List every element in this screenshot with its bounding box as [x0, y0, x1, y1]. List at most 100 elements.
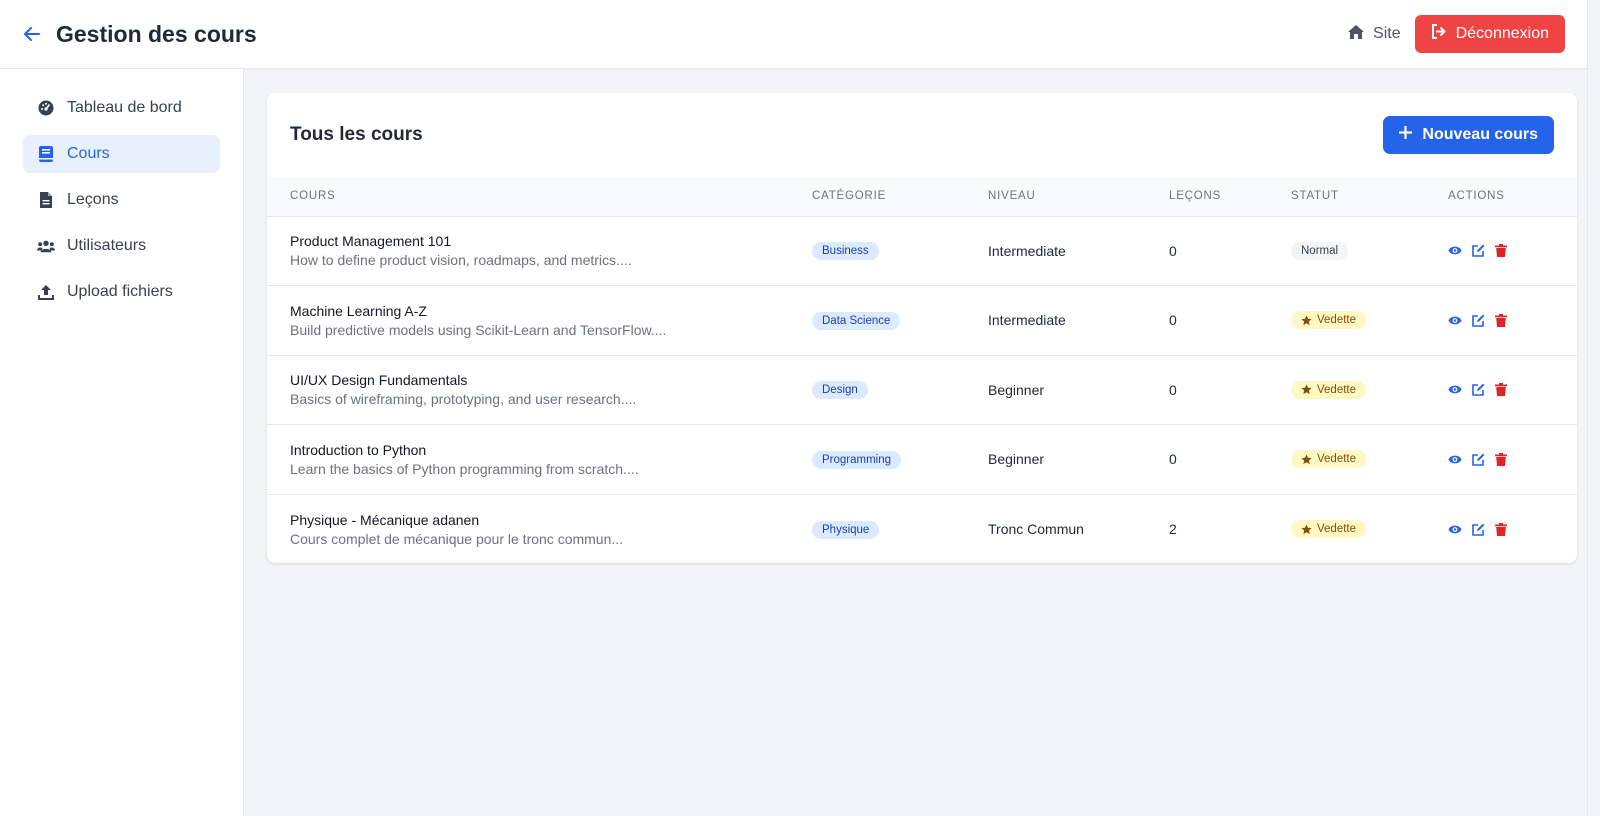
column-header-actions: ACTIONS [1448, 190, 1505, 203]
edit-icon[interactable] [1471, 244, 1485, 258]
home-icon [1347, 24, 1365, 45]
delete-icon[interactable] [1494, 452, 1508, 466]
top-header: Gestion des cours Site Déconnexion [0, 0, 1587, 69]
view-icon[interactable] [1448, 313, 1462, 327]
status-badge: Vedette [1291, 380, 1367, 399]
star-icon [1301, 384, 1312, 395]
level-cell: Intermediate [988, 242, 1066, 259]
category-badge: Programming [812, 450, 902, 469]
courses-card: Tous les cours Nouveau cours COURS CATÉG… [267, 93, 1577, 563]
page-scrollbar[interactable] [1587, 0, 1600, 816]
back-arrow-icon[interactable] [22, 24, 42, 44]
status-cell: Normal [1291, 216, 1448, 286]
table-row: Product Management 101 How to define pro… [267, 216, 1577, 286]
edit-icon[interactable] [1471, 313, 1485, 327]
course-description: How to define product vision, roadmaps, … [290, 252, 632, 269]
column-header-category: CATÉGORIE [812, 190, 887, 203]
status-cell: Vedette [1291, 286, 1448, 356]
course-cell: UI/UX Design Fundamentals Basics of wire… [267, 355, 812, 425]
card-title: Tous les cours [290, 124, 423, 145]
course-description: Cours complet de mécanique pour le tronc… [290, 530, 624, 547]
view-icon[interactable] [1448, 383, 1462, 397]
star-icon [1301, 454, 1312, 464]
logout-button[interactable]: Déconnexion [1414, 15, 1565, 53]
edit-icon[interactable] [1471, 383, 1485, 397]
logout-label: Déconnexion [1455, 25, 1549, 42]
header-actions: Site Déconnexion [1347, 15, 1565, 53]
card-header: Tous les cours Nouveau cours [267, 93, 1577, 177]
status-label: Vedette [1317, 453, 1357, 466]
category-cell: Business [812, 216, 988, 286]
sidebar-item-courses[interactable]: Cours [23, 135, 220, 173]
status-cell: Vedette [1291, 355, 1448, 425]
sidebar-item-upload[interactable]: Upload fichiers [23, 273, 220, 311]
sidebar-item-label: Upload fichiers [67, 283, 173, 300]
page-title: Gestion des cours [56, 20, 257, 47]
dashboard-icon [37, 100, 55, 116]
course-title[interactable]: Physique - Mécanique adanen [290, 512, 812, 528]
course-cell: Product Management 101 How to define pro… [267, 216, 812, 286]
upload-icon [37, 284, 55, 300]
sidebar-item-users[interactable]: Utilisateurs [23, 227, 220, 265]
status-badge: Vedette [1291, 311, 1367, 330]
course-description: Build predictive models using Scikit-Lea… [290, 321, 667, 338]
column-header-course: COURS [290, 190, 336, 203]
category-badge: Design [812, 381, 868, 400]
course-cell: Physique - Mécanique adanen Cours comple… [267, 494, 812, 563]
lessons-cell: 0 [1169, 381, 1177, 398]
category-badge: Data Science [812, 311, 901, 330]
category-badge: Physique [812, 520, 880, 539]
table-row: Machine Learning A-Z Build predictive mo… [267, 285, 1577, 356]
status-label: Normal [1301, 245, 1339, 258]
sidebar-item-dashboard[interactable]: Tableau de bord [23, 89, 220, 127]
view-icon[interactable] [1448, 452, 1462, 466]
delete-icon[interactable] [1494, 522, 1508, 536]
status-badge: Vedette [1291, 450, 1367, 469]
course-description: Basics of wireframing, prototyping, and … [290, 391, 637, 408]
new-course-label: Nouveau cours [1422, 126, 1538, 143]
view-icon[interactable] [1448, 522, 1462, 536]
level-cell: Beginner [988, 451, 1045, 468]
delete-icon[interactable] [1494, 383, 1508, 397]
site-link[interactable]: Site [1347, 24, 1401, 45]
actions-cell [1448, 425, 1577, 495]
course-title[interactable]: Product Management 101 [290, 233, 812, 249]
sidebar-item-label: Cours [67, 145, 110, 162]
status-label: Vedette [1317, 523, 1357, 535]
view-icon[interactable] [1448, 244, 1462, 258]
actions-cell [1448, 355, 1577, 425]
level-cell: Beginner [988, 381, 1045, 398]
star-icon [1301, 523, 1312, 534]
delete-icon[interactable] [1494, 244, 1508, 258]
edit-icon[interactable] [1471, 522, 1485, 536]
table-row: UI/UX Design Fundamentals Basics of wire… [267, 355, 1577, 425]
sidebar-item-lessons[interactable]: Leçons [23, 181, 220, 219]
actions-cell [1448, 494, 1577, 563]
course-cell: Machine Learning A-Z Build predictive mo… [267, 286, 812, 356]
category-cell: Physique [812, 494, 988, 563]
edit-icon[interactable] [1471, 452, 1485, 466]
category-cell: Design [812, 355, 988, 425]
new-course-button[interactable]: Nouveau cours [1383, 116, 1554, 154]
course-title[interactable]: Machine Learning A-Z [290, 303, 812, 319]
table-row: Physique - Mécanique adanen Cours comple… [267, 494, 1577, 563]
lessons-cell: 2 [1169, 521, 1177, 537]
star-icon [1301, 315, 1312, 325]
actions-cell [1448, 286, 1577, 356]
course-cell: Introduction to Python Learn the basics … [267, 425, 812, 495]
sidebar-item-label: Leçons [67, 191, 119, 208]
status-cell: Vedette [1291, 494, 1448, 563]
delete-icon[interactable] [1494, 313, 1508, 327]
sidebar-item-label: Utilisateurs [67, 237, 147, 254]
course-title[interactable]: Introduction to Python [290, 442, 812, 458]
plus-icon [1399, 126, 1413, 144]
course-title[interactable]: UI/UX Design Fundamentals [290, 372, 812, 388]
status-badge: Normal [1291, 242, 1349, 261]
column-header-level: NIVEAU [988, 190, 1036, 203]
column-header-lessons: LEÇONS [1169, 190, 1222, 203]
status-label: Vedette [1317, 383, 1357, 396]
users-icon [37, 239, 55, 253]
sidebar: Tableau de bord Cours Leçons Utilisateur… [0, 69, 244, 816]
status-badge: Vedette [1291, 520, 1367, 538]
table-header-row: COURS CATÉGORIE NIVEAU LEÇONS STATUT ACT… [267, 177, 1577, 216]
